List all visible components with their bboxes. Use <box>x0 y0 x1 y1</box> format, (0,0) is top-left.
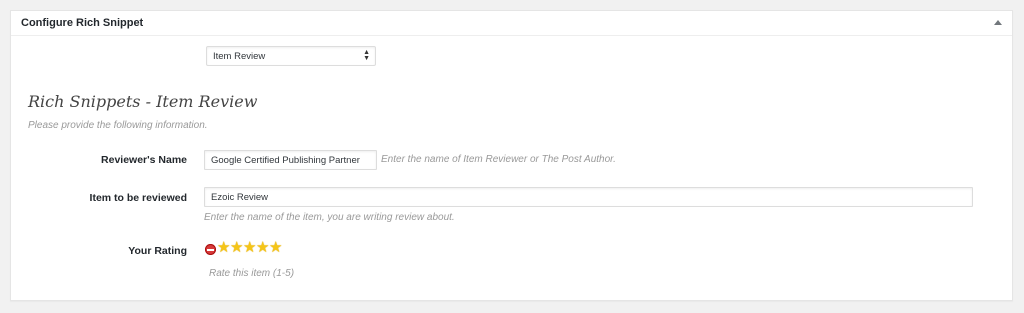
configure-rich-snippet-metabox: Configure Rich Snippet Item Review ▲ ▼ Ri… <box>10 10 1013 301</box>
rating-label: Your Rating <box>128 245 187 257</box>
section-description: Please provide the following information… <box>28 120 208 131</box>
star-3-icon[interactable]: ★ <box>243 240 256 256</box>
star-4-icon[interactable]: ★ <box>256 240 269 256</box>
item-reviewed-label: Item to be reviewed <box>89 192 187 204</box>
item-reviewed-input[interactable]: Ezoic Review <box>204 187 973 207</box>
metabox-title: Configure Rich Snippet <box>21 17 144 29</box>
metabox-header[interactable]: Configure Rich Snippet <box>11 11 1012 36</box>
collapse-triangle-icon[interactable] <box>994 20 1002 25</box>
snippet-type-select[interactable]: Item Review ▲ ▼ <box>206 46 376 66</box>
star-2-icon[interactable]: ★ <box>230 240 243 256</box>
item-reviewed-hint: Enter the name of the item, you are writ… <box>204 212 455 223</box>
star-1-icon[interactable]: ★ <box>217 240 230 256</box>
reviewer-name-input[interactable]: Google Certified Publishing Partner <box>204 150 377 170</box>
section-title: Rich Snippets - Item Review <box>28 92 258 111</box>
reviewer-name-label: Reviewer's Name <box>101 154 187 166</box>
select-updown-icon: ▲ ▼ <box>363 49 370 62</box>
rating-hint: Rate this item (1-5) <box>209 268 295 279</box>
reviewer-name-hint: Enter the name of Item Reviewer or The P… <box>381 154 616 165</box>
star-5-icon[interactable]: ★ <box>269 240 282 256</box>
snippet-type-select-value: Item Review <box>213 51 266 62</box>
cancel-rating-icon[interactable] <box>205 244 216 255</box>
